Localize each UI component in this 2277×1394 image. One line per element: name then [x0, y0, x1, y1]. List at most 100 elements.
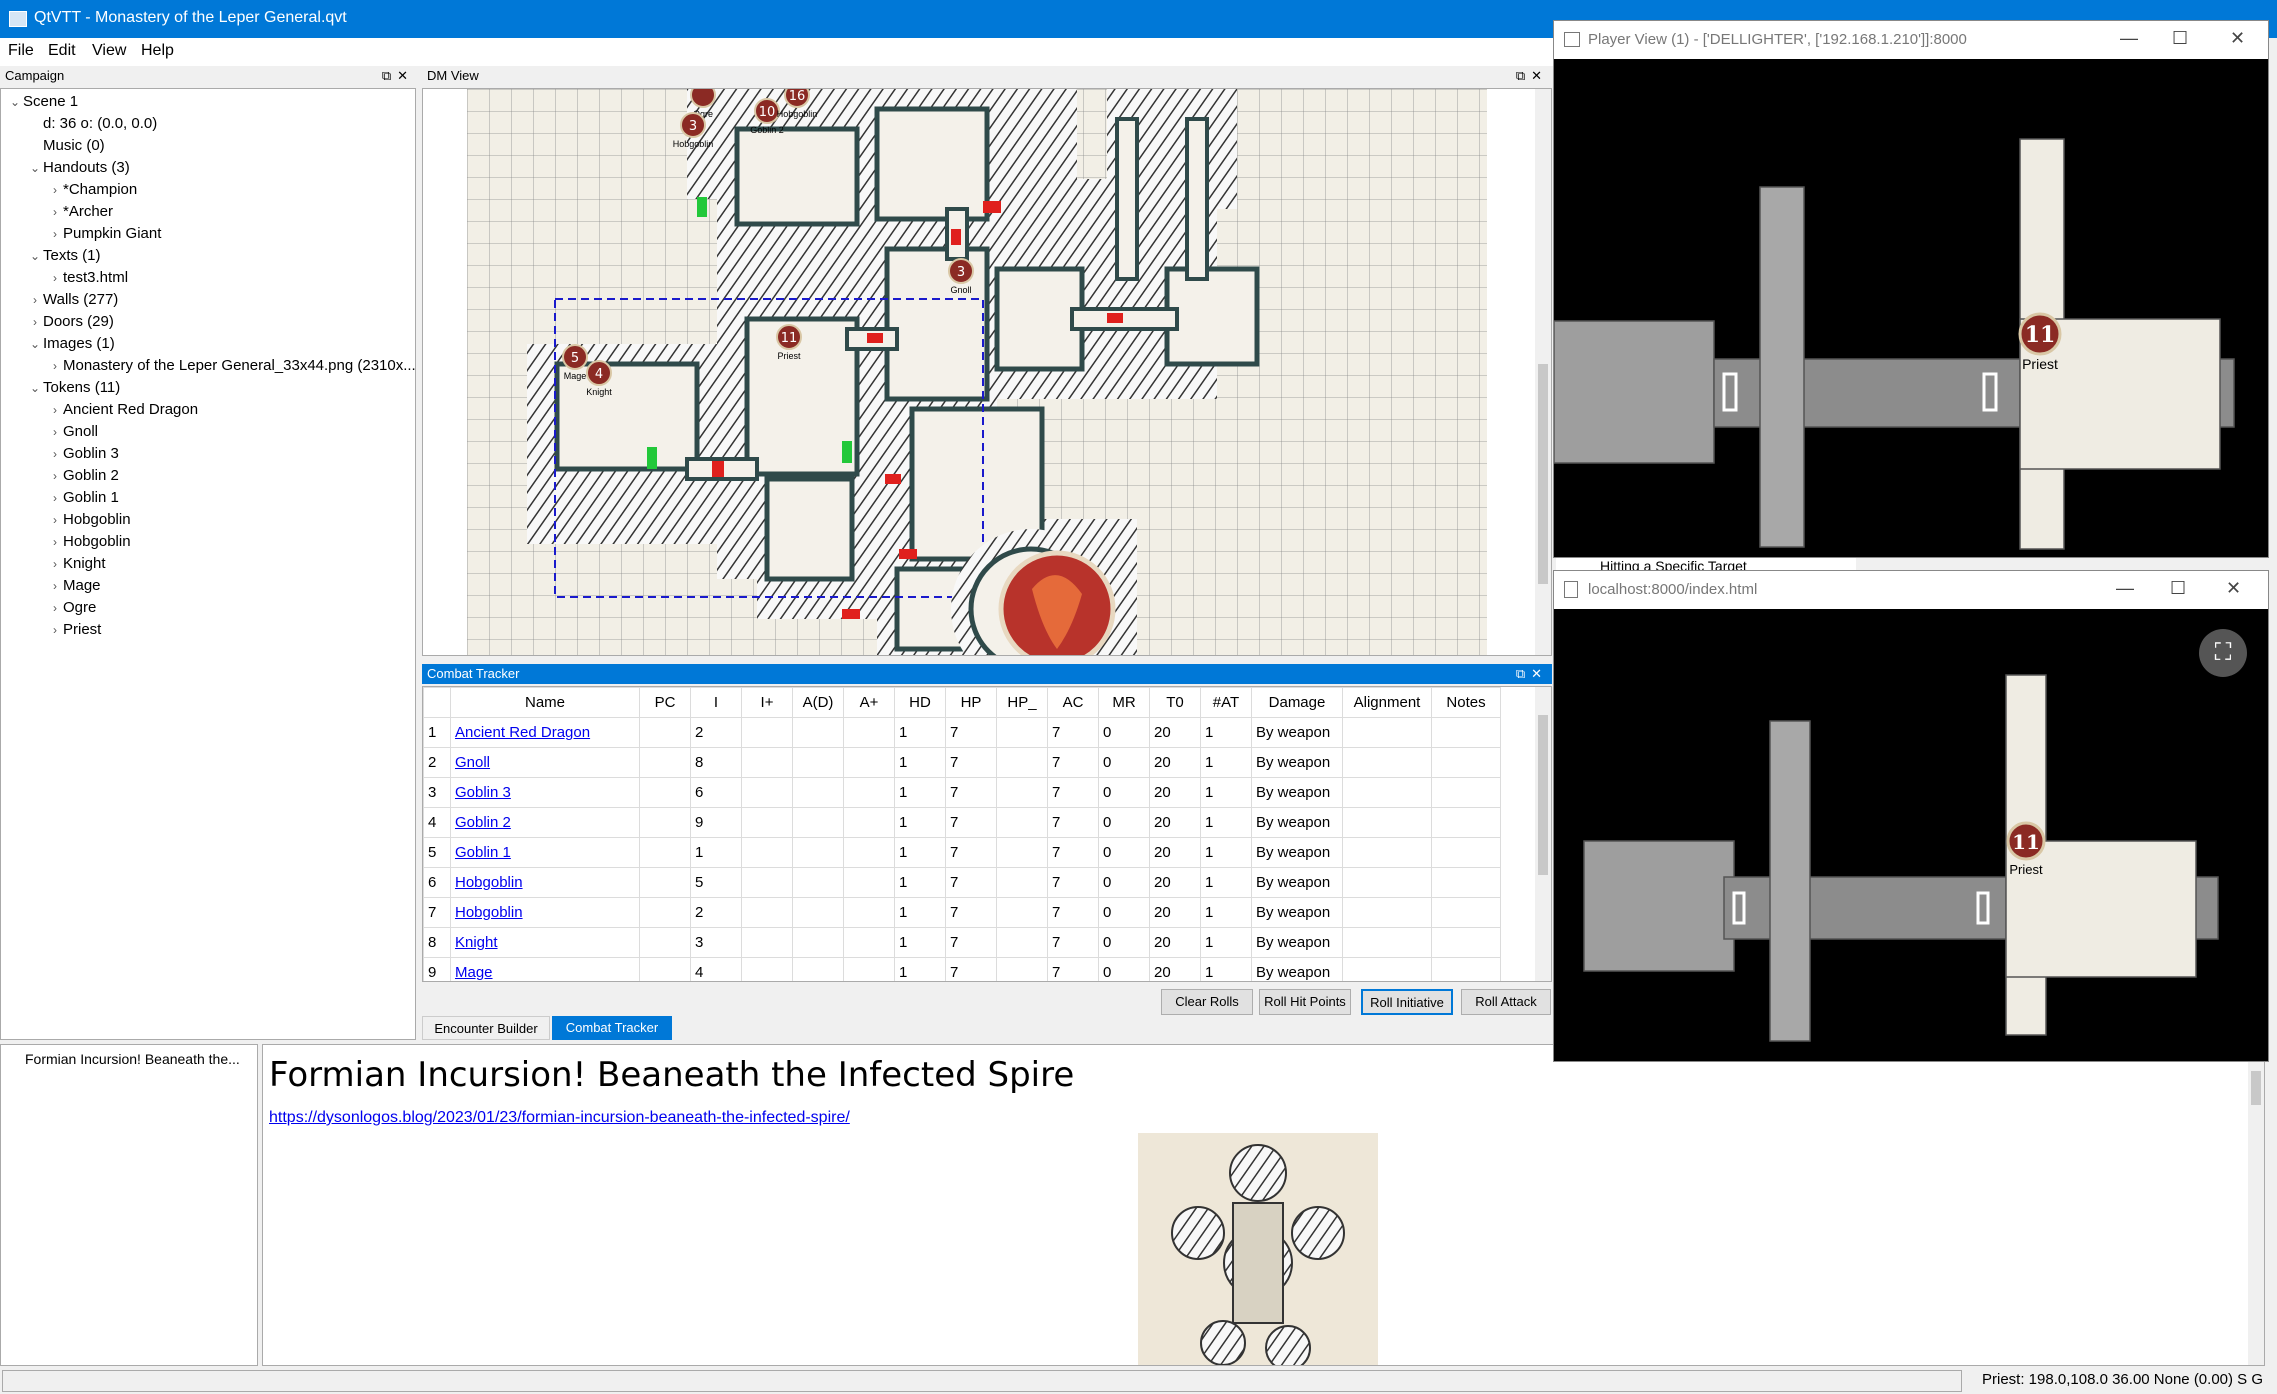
dock-buttons[interactable]: ⧉✕: [382, 66, 414, 86]
tree-item[interactable]: › Goblin 1: [47, 487, 119, 509]
roll-hit-points-button[interactable]: Roll Hit Points: [1259, 989, 1351, 1015]
table-cell[interactable]: 0: [1098, 807, 1150, 838]
player-view-map[interactable]: 11 Priest: [1554, 59, 2268, 557]
table-cell[interactable]: [996, 807, 1048, 838]
menu-help[interactable]: Help: [141, 42, 174, 60]
tracker-scrollbar[interactable]: [1535, 687, 1551, 981]
column-header[interactable]: A(D): [792, 687, 844, 718]
table-cell[interactable]: [741, 957, 793, 981]
chevron-right-icon[interactable]: ›: [47, 201, 63, 223]
table-cell[interactable]: 7: [945, 957, 997, 981]
table-cell[interactable]: By weapon: [1251, 717, 1343, 748]
table-cell[interactable]: 3: [690, 927, 742, 958]
tab-encounter-builder[interactable]: Encounter Builder: [422, 1016, 550, 1040]
table-cell[interactable]: 0: [1098, 927, 1150, 958]
table-cell[interactable]: [741, 837, 793, 868]
chevron-right-icon[interactable]: ›: [47, 575, 63, 597]
table-cell[interactable]: 7: [945, 807, 997, 838]
table-cell[interactable]: 6: [690, 777, 742, 808]
chevron-right-icon[interactable]: ›: [47, 267, 63, 289]
table-cell[interactable]: 1: [894, 777, 946, 808]
table-cell[interactable]: 20: [1149, 717, 1201, 748]
column-header[interactable]: T0: [1149, 687, 1201, 718]
token-link[interactable]: Knight: [455, 934, 498, 951]
table-cell[interactable]: [741, 717, 793, 748]
table-cell[interactable]: [843, 717, 895, 748]
column-header[interactable]: Damage: [1251, 687, 1343, 718]
campaign-tree[interactable]: ⌄ Scene 1 d: 36 o: (0.0, 0.0) Music (0) ⌄ Han…: [0, 88, 416, 1040]
table-cell[interactable]: [996, 717, 1048, 748]
table-cell[interactable]: 1: [1200, 777, 1252, 808]
table-cell[interactable]: 1: [1200, 957, 1252, 981]
table-cell[interactable]: By weapon: [1251, 957, 1343, 981]
chevron-down-icon[interactable]: ⌄: [27, 333, 43, 355]
table-cell[interactable]: 1: [894, 867, 946, 898]
table-cell[interactable]: [1431, 837, 1501, 868]
table-cell[interactable]: [639, 867, 691, 898]
table-cell[interactable]: [843, 777, 895, 808]
chevron-right-icon[interactable]: ›: [47, 355, 63, 377]
table-cell[interactable]: [1431, 747, 1501, 778]
chevron-right-icon[interactable]: ›: [47, 399, 63, 421]
chevron-down-icon[interactable]: ⌄: [27, 245, 43, 267]
table-cell[interactable]: 1: [1200, 837, 1252, 868]
table-cell[interactable]: [1431, 777, 1501, 808]
tree-item[interactable]: › Hobgoblin: [47, 531, 131, 553]
table-cell[interactable]: [639, 807, 691, 838]
column-header[interactable]: AC: [1047, 687, 1099, 718]
column-header[interactable]: I+: [741, 687, 793, 718]
table-cell[interactable]: [741, 747, 793, 778]
chevron-right-icon[interactable]: ›: [47, 597, 63, 619]
table-cell[interactable]: [1342, 837, 1432, 868]
table-cell[interactable]: [1431, 897, 1501, 928]
table-row[interactable]: 4 Goblin 2 9 1 7 7 0 20 1 By weapon: [423, 807, 1501, 838]
dm-map-canvas[interactable]: Ogre 10Goblin 216Hobgoblin3Hobgoblin3Gnol…: [467, 89, 1487, 655]
table-cell[interactable]: 20: [1149, 777, 1201, 808]
document-view[interactable]: Formian Incursion! Beaneath the Infected…: [262, 1044, 2265, 1366]
table-cell[interactable]: [639, 717, 691, 748]
roll-attack-button[interactable]: Roll Attack: [1461, 989, 1551, 1015]
tree-item[interactable]: › Ancient Red Dragon: [47, 399, 198, 421]
table-cell[interactable]: [996, 927, 1048, 958]
table-row[interactable]: 7 Hobgoblin 2 1 7 7 0 20 1 By weapon: [423, 897, 1501, 928]
table-cell[interactable]: By weapon: [1251, 807, 1343, 838]
token-link[interactable]: Goblin 2: [455, 814, 511, 831]
chevron-right-icon[interactable]: ›: [27, 289, 43, 311]
token-ancient-red-dragon[interactable]: [998, 550, 1116, 655]
table-cell[interactable]: 0: [1098, 717, 1150, 748]
table-cell[interactable]: [1342, 867, 1432, 898]
tree-item[interactable]: ⌄ Images (1): [27, 333, 115, 355]
table-cell[interactable]: [639, 777, 691, 808]
table-cell[interactable]: 7: [1047, 927, 1099, 958]
tree-item[interactable]: › Goblin 2: [47, 465, 119, 487]
document-list[interactable]: Formian Incursion! Beaneath the...: [0, 1044, 258, 1366]
table-cell[interactable]: [792, 807, 844, 838]
table-cell[interactable]: [996, 777, 1048, 808]
token-link[interactable]: Hobgoblin: [455, 874, 523, 891]
map-token[interactable]: 4 Knight: [586, 360, 612, 397]
table-cell[interactable]: 1: [1200, 747, 1252, 778]
tree-item[interactable]: › Walls (277): [27, 289, 118, 311]
token-link[interactable]: Goblin 1: [455, 844, 511, 861]
chevron-right-icon[interactable]: ›: [47, 465, 63, 487]
table-cell[interactable]: By weapon: [1251, 867, 1343, 898]
table-cell[interactable]: [639, 747, 691, 778]
chevron-right-icon[interactable]: ›: [47, 179, 63, 201]
chevron-down-icon[interactable]: ⌄: [27, 377, 43, 399]
tree-item[interactable]: › Monastery of the Leper General_33x44.pn…: [47, 355, 416, 377]
table-cell[interactable]: 0: [1098, 867, 1150, 898]
table-cell[interactable]: 1: [894, 927, 946, 958]
table-cell[interactable]: 1: [1200, 807, 1252, 838]
table-cell[interactable]: 1: [1200, 867, 1252, 898]
token-link[interactable]: Gnoll: [455, 754, 490, 771]
table-cell[interactable]: 7: [1047, 837, 1099, 868]
table-cell[interactable]: [792, 717, 844, 748]
tree-item[interactable]: › Goblin 3: [47, 443, 119, 465]
table-cell[interactable]: By weapon: [1251, 747, 1343, 778]
table-cell[interactable]: [1342, 957, 1432, 981]
table-cell[interactable]: 7: [945, 777, 997, 808]
table-cell[interactable]: 7: [945, 867, 997, 898]
table-cell[interactable]: By weapon: [1251, 897, 1343, 928]
table-row[interactable]: 5 Goblin 1 1 1 7 7 0 20 1 By weapon: [423, 837, 1501, 868]
browser-player-map[interactable]: 11 Priest: [1554, 609, 2268, 1061]
